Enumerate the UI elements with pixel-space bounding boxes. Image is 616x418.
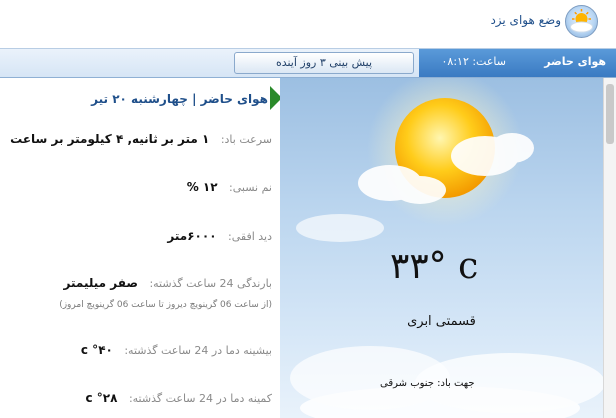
page-title: وضع هوای یزد bbox=[490, 13, 561, 27]
details-panel: هوای حاضر | چهارشنبه ۲۰ تیر سرعت باد: ۱ … bbox=[0, 78, 282, 418]
tab-bar: هوای حاضر ساعت: ۰۸:۱۲ پیش بینی ۳ روز آین… bbox=[0, 48, 616, 78]
precipitation-label: بارندگی 24 ساعت گذشته: bbox=[149, 277, 272, 290]
precipitation-row: بارندگی 24 ساعت گذشته: صفر میلیمتر bbox=[64, 276, 272, 290]
precipitation-note: (از ساعت 06 گرینویچ دیروز تا ساعت 06 گری… bbox=[59, 300, 272, 310]
weather-condition: قسمتی ابری bbox=[407, 314, 476, 329]
scrollbar-thumb[interactable] bbox=[606, 84, 614, 144]
min-temp-value: ۲۸° c bbox=[85, 391, 118, 405]
current-weather-panel: ۳۳° c قسمتی ابری جهت باد: جنوب شرقی bbox=[280, 78, 603, 418]
max-temp-value: ۴۰° c bbox=[80, 343, 113, 357]
humidity-label: نم نسبی: bbox=[229, 181, 272, 194]
current-temperature: ۳۳° c bbox=[390, 246, 479, 287]
max-temp-row: بیشینه دما در 24 ساعت گذشته: ۴۰° c bbox=[81, 343, 272, 357]
forecast-button[interactable]: پیش بینی ۳ روز آینده bbox=[234, 52, 414, 74]
current-time: ساعت: ۰۸:۱۲ bbox=[441, 55, 506, 68]
wind-direction: جهت باد: جنوب شرقی bbox=[380, 378, 475, 389]
header: وضع هوای یزد bbox=[0, 0, 616, 46]
tab-current-weather[interactable]: هوای حاضر ساعت: ۰۸:۱۲ bbox=[419, 49, 616, 77]
humidity-value: ۱۲ % bbox=[186, 180, 218, 194]
wind-speed-label: سرعت باد: bbox=[220, 133, 272, 146]
visibility-label: دید افقی: bbox=[228, 230, 272, 243]
precipitation-value: صفر میلیمتر bbox=[63, 276, 138, 290]
weather-sun-icon bbox=[565, 5, 598, 38]
min-temp-row: کمینه دما در 24 ساعت گذشته: ۲۸° c bbox=[85, 391, 272, 405]
details-title: هوای حاضر | چهارشنبه ۲۰ تیر bbox=[91, 92, 268, 106]
scrollbar[interactable] bbox=[603, 78, 616, 418]
tab-current-label: هوای حاضر bbox=[544, 55, 606, 68]
wind-speed-value: ۱ متر بر ثانیه, ۴ کیلومتر بر ساعت bbox=[10, 132, 210, 146]
wind-speed-row: سرعت باد: ۱ متر بر ثانیه, ۴ کیلومتر بر س… bbox=[10, 132, 272, 146]
min-temp-label: کمینه دما در 24 ساعت گذشته: bbox=[128, 392, 272, 405]
visibility-row: دید افقی: ۶۰۰۰متر bbox=[167, 229, 272, 243]
humidity-row: نم نسبی: ۱۲ % bbox=[187, 180, 272, 194]
visibility-value: ۶۰۰۰متر bbox=[167, 229, 217, 243]
max-temp-label: بیشینه دما در 24 ساعت گذشته: bbox=[124, 344, 272, 357]
